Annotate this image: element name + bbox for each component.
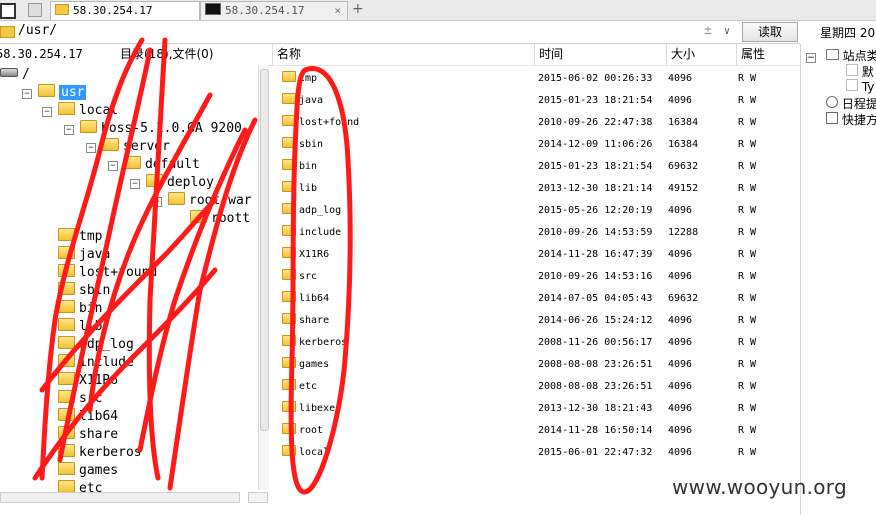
scribble-overlay (32, 37, 353, 495)
watermark: www.wooyun.org (672, 475, 847, 499)
red-scribbles (32, 37, 353, 495)
